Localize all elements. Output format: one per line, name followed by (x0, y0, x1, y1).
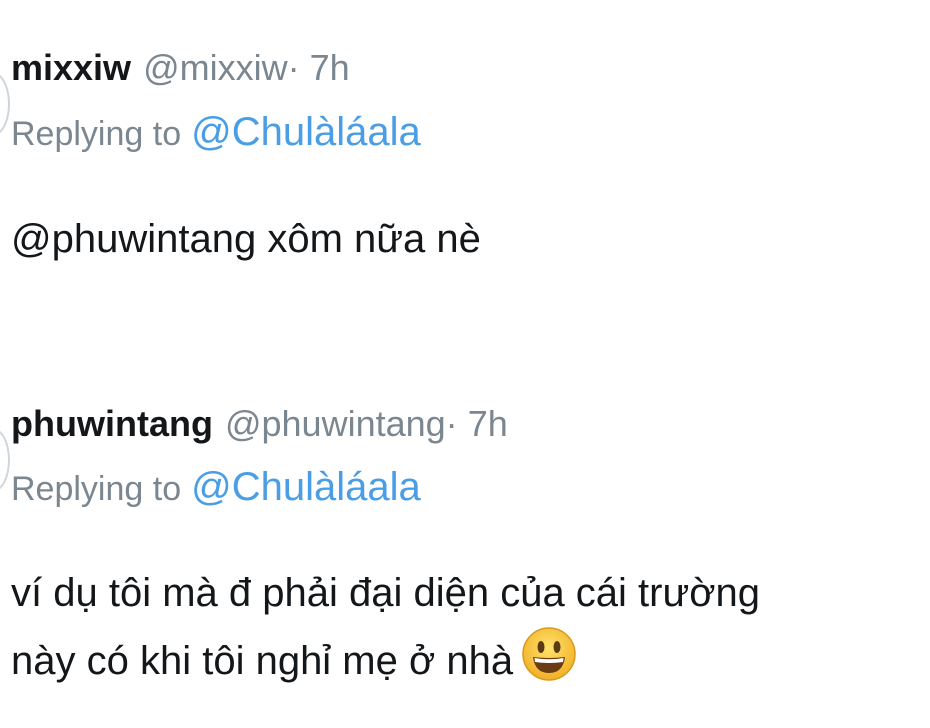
user-handle[interactable]: @phuwintang (225, 403, 446, 444)
avatar[interactable] (0, 72, 10, 136)
tweet-text: ví dụ tôi mà đ phải đại diện của cái trư… (11, 560, 926, 702)
tweet-text-line: ví dụ tôi mà đ phải đại diện của cái trư… (11, 571, 760, 615)
timestamp[interactable]: 7h (468, 403, 508, 444)
tweet-header: phuwintang @phuwintang· 7h (11, 402, 508, 446)
tweet-text-content: này có khi tôi nghỉ mẹ ở nhà (11, 639, 514, 683)
tweet-text-line: này có khi tôi nghỉ mẹ ở nhà (11, 626, 926, 702)
replying-to-line: Replying to @Chulàláala (11, 465, 421, 511)
reply-thread: mixxiw @mixxiw· 7h Replying to @Chulàláala… (0, 0, 930, 728)
replying-label: Replying to (11, 470, 182, 508)
separator-dot: · (445, 403, 458, 444)
display-name[interactable]: phuwintang (11, 403, 213, 444)
grinning-face-emoji-icon (521, 626, 577, 702)
avatar[interactable] (0, 428, 10, 492)
reply-target-link[interactable]: @Chulàláala (191, 465, 421, 509)
tweet: phuwintang @phuwintang· 7h Replying to @Ch… (11, 0, 926, 728)
